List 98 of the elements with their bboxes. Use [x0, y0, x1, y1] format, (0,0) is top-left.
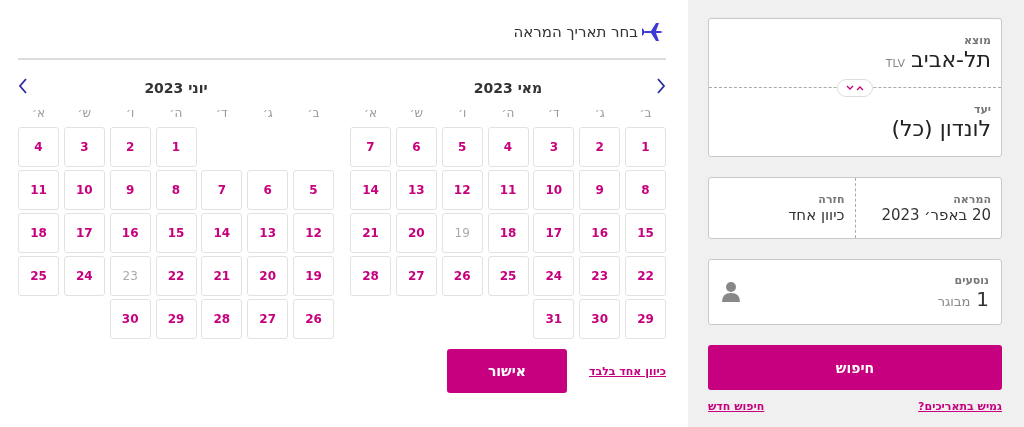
- day-cell[interactable]: 19: [293, 256, 334, 296]
- day-cell[interactable]: 3: [533, 127, 575, 167]
- day-cell[interactable]: 13: [247, 213, 289, 253]
- weekday-label: ה׳: [168, 105, 184, 122]
- day-cell[interactable]: 11: [18, 170, 60, 210]
- weekday-label: ש׳: [408, 105, 425, 122]
- day-cell[interactable]: 8: [155, 170, 197, 210]
- day-cell[interactable]: 5: [441, 127, 483, 167]
- search-link[interactable]: חיפוש חדש: [708, 400, 765, 413]
- passenger-type: מבוגר: [937, 293, 971, 309]
- return-date[interactable]: כיוון אחד: [719, 205, 845, 224]
- passengers-label: נוסעים: [953, 273, 989, 287]
- day-cell[interactable]: 16: [579, 213, 621, 253]
- day-cell[interactable]: 2: [579, 127, 621, 167]
- day-cell[interactable]: 21: [201, 256, 243, 296]
- day-cell[interactable]: 9: [579, 170, 621, 210]
- day-cell[interactable]: 1: [625, 127, 666, 167]
- day-cell[interactable]: 4: [18, 127, 60, 167]
- day-cell[interactable]: 15: [625, 213, 666, 253]
- day-cell[interactable]: 29: [155, 299, 197, 339]
- day-cell[interactable]: 10: [63, 170, 105, 210]
- return-label: חזרה: [817, 192, 845, 206]
- previous-month-button[interactable]: [656, 78, 666, 94]
- day-cell[interactable]: 30: [579, 299, 621, 339]
- weekday-label: ג׳: [261, 105, 274, 122]
- departure-date[interactable]: 20 באפר׳ 2023: [865, 205, 991, 224]
- origin-label: מוצא: [964, 34, 991, 47]
- next-month-button[interactable]: [18, 78, 28, 94]
- weekday-label: ו׳: [125, 105, 136, 122]
- day-cell[interactable]: 22: [155, 256, 197, 296]
- day-cell[interactable]: 7: [201, 170, 243, 210]
- day-cell[interactable]: 13: [395, 170, 437, 210]
- day-cell[interactable]: 24: [63, 256, 105, 296]
- month-title: יוני 2023: [144, 80, 208, 96]
- day-cell[interactable]: 26: [293, 299, 334, 339]
- day-cell[interactable]: 15: [155, 213, 197, 253]
- day-cell[interactable]: 27: [395, 256, 437, 296]
- chevrons-icon: [846, 84, 864, 92]
- airport-code: TLV: [885, 57, 906, 70]
- confirm-button[interactable]: אישור: [446, 349, 567, 393]
- weekday-label: ב׳: [306, 105, 321, 122]
- day-cell[interactable]: 27: [247, 299, 289, 339]
- day-cell[interactable]: 17: [533, 213, 575, 253]
- weekday-label: ב׳: [638, 105, 653, 122]
- day-cell[interactable]: 14: [201, 213, 243, 253]
- search-link[interactable]: גמיש בתאריכים?: [918, 400, 1002, 413]
- day-cell[interactable]: 17: [63, 213, 105, 253]
- destination-label: יעד: [973, 103, 991, 116]
- passenger-count: 1: [976, 286, 989, 311]
- day-cell[interactable]: 18: [18, 213, 60, 253]
- weekday-label: ש׳: [76, 105, 93, 122]
- day-cell[interactable]: 28: [350, 256, 392, 296]
- departure-label: המראה: [952, 192, 991, 206]
- weekday-label: ו׳: [457, 105, 468, 122]
- weekday-label: ד׳: [547, 105, 561, 122]
- day-cell[interactable]: 12: [441, 170, 483, 210]
- day-cell[interactable]: 30: [109, 299, 151, 339]
- person-icon: [721, 281, 741, 303]
- weekday-label: ג׳: [593, 105, 606, 122]
- day-cell[interactable]: 25: [18, 256, 60, 296]
- day-cell[interactable]: 26: [441, 256, 483, 296]
- day-cell[interactable]: 18: [487, 213, 529, 253]
- origin-city[interactable]: תל-אביב: [911, 47, 991, 72]
- day-cell[interactable]: 23: [579, 256, 621, 296]
- day-cell[interactable]: 6: [247, 170, 289, 210]
- day-cell[interactable]: 28: [201, 299, 243, 339]
- day-cell[interactable]: 25: [487, 256, 529, 296]
- day-cell[interactable]: 16: [109, 213, 151, 253]
- day-cell[interactable]: 7: [350, 127, 392, 167]
- month-title: מאי 2023: [473, 80, 543, 96]
- search-button[interactable]: חיפוש: [708, 345, 1002, 390]
- calendar-title: בחר תאריך המראה: [513, 23, 638, 41]
- weekday-label: א׳: [363, 105, 379, 122]
- day-cell[interactable]: 8: [625, 170, 666, 210]
- day-cell[interactable]: 1: [155, 127, 197, 167]
- day-cell[interactable]: 4: [487, 127, 529, 167]
- day-cell[interactable]: 22: [625, 256, 666, 296]
- day-cell[interactable]: 29: [625, 299, 666, 339]
- day-cell[interactable]: 3: [63, 127, 105, 167]
- day-cell[interactable]: 20: [395, 213, 437, 253]
- day-cell[interactable]: 5: [293, 170, 334, 210]
- day-cell[interactable]: 20: [247, 256, 289, 296]
- day-cell[interactable]: 11: [487, 170, 529, 210]
- day-cell[interactable]: 10: [533, 170, 575, 210]
- one-way-link[interactable]: כיוון אחד בלבד: [588, 364, 666, 378]
- day-cell[interactable]: 21: [350, 213, 392, 253]
- day-cell[interactable]: 9: [109, 170, 151, 210]
- weekday-label: ה׳: [500, 105, 516, 122]
- day-cell[interactable]: 24: [533, 256, 575, 296]
- weekday-label: ד׳: [215, 105, 229, 122]
- day-cell[interactable]: 12: [293, 213, 334, 253]
- destination-city[interactable]: לונדון (כל): [891, 116, 991, 141]
- weekday-label: א׳: [31, 105, 47, 122]
- day-cell[interactable]: 14: [350, 170, 392, 210]
- day-cell[interactable]: 6: [395, 127, 437, 167]
- swap-button[interactable]: [837, 79, 873, 97]
- day-cell[interactable]: 31: [533, 299, 575, 339]
- day-cell[interactable]: 2: [109, 127, 151, 167]
